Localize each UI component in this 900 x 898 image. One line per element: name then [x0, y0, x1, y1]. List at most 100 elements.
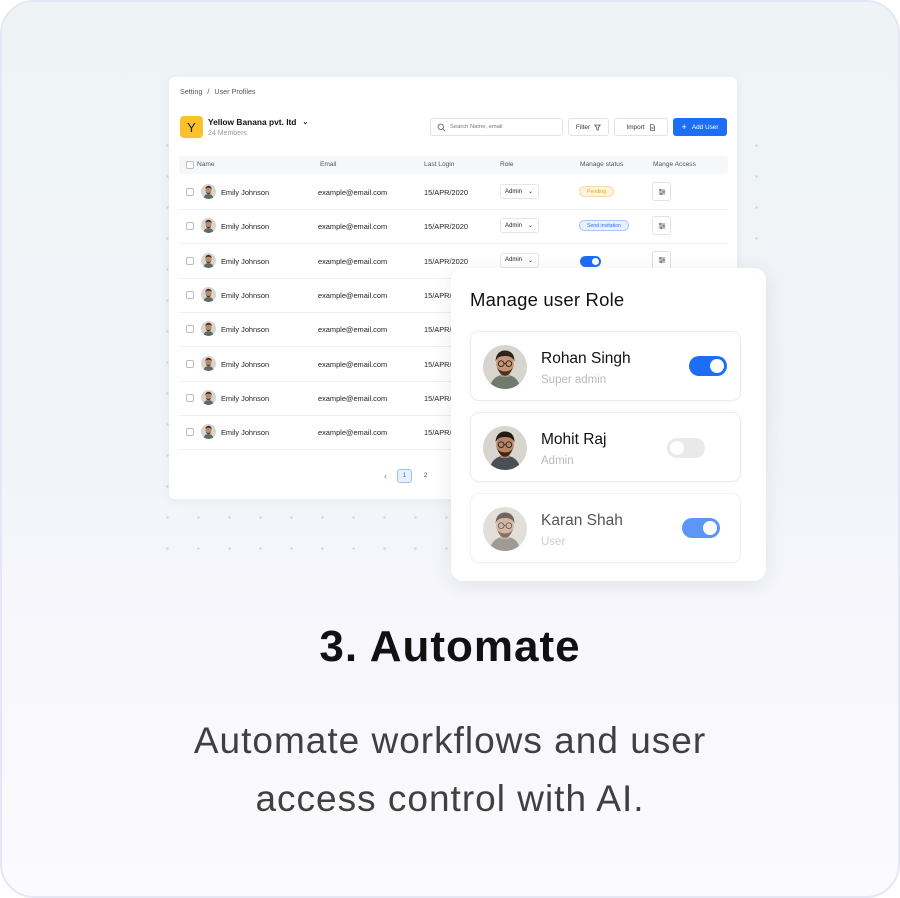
role-toggle[interactable] [667, 438, 705, 458]
role-select[interactable]: Admin ⌄ [500, 252, 539, 268]
last-login: 15/APR/2020 [424, 256, 468, 266]
last-login: 15/APR/ [424, 290, 452, 300]
chevron-down-icon: ⌄ [528, 223, 534, 230]
sliders-icon [658, 256, 666, 264]
panel-title: Manage user Role [470, 289, 625, 310]
add-user-label: Add User [691, 123, 719, 131]
user-name: Emily Johnson [221, 393, 270, 403]
last-login: 15/APR/ [424, 325, 452, 335]
page-1-button[interactable]: 1 [397, 469, 412, 483]
import-label: Import [626, 123, 645, 131]
user-role-card: Mohit Raj Admin [470, 412, 741, 482]
table-row[interactable]: Emily Johnson example@email.com 15/APR/202… [179, 176, 728, 210]
headline: 3. Automate [319, 622, 581, 671]
company-name: Yellow Banana pvt. ltd [208, 117, 297, 127]
plus-icon: + [681, 121, 687, 132]
row-checkbox[interactable] [186, 256, 194, 265]
send-invitation-button[interactable]: Send invitation [579, 220, 630, 232]
member-count: 24 Members [208, 130, 247, 137]
avatar [201, 218, 216, 234]
row-checkbox[interactable] [186, 290, 194, 299]
row-checkbox[interactable] [186, 222, 194, 231]
breadcrumb-user-profiles[interactable]: User Profiles [214, 87, 255, 96]
avatar [201, 184, 216, 199]
header-manage-status[interactable]: Manage status [580, 161, 623, 168]
row-checkbox[interactable] [186, 188, 194, 196]
status-toggle[interactable] [580, 255, 601, 267]
user-name: Emily Johnson [221, 428, 270, 438]
avatar [201, 389, 216, 405]
user-email: example@email.com [318, 393, 388, 403]
search-box[interactable] [430, 118, 563, 136]
company-logo: Y [180, 116, 203, 138]
slide-frame: Setting / User Profiles Y Yellow Banana … [0, 0, 900, 898]
filter-label: Filter [575, 123, 591, 131]
user-name: Karan Shah [541, 512, 623, 529]
user-name: Emily Johnson [221, 325, 270, 335]
chevron-left-icon[interactable]: ‹ [384, 471, 387, 481]
user-email: example@email.com [318, 188, 388, 197]
header-role[interactable]: Role [500, 161, 514, 168]
header-last-login[interactable]: Last Login [424, 161, 454, 168]
document-icon [649, 123, 655, 131]
header-manage-access[interactable]: Mange Access [653, 161, 696, 168]
last-login: 15/APR/ [424, 359, 452, 369]
user-role: Super admin [541, 374, 607, 386]
filter-button[interactable]: Filter [568, 118, 609, 136]
page-2-button[interactable]: 2 [418, 469, 433, 483]
manage-access-button[interactable] [652, 182, 671, 201]
role-select[interactable]: Admin ⌄ [500, 184, 539, 199]
user-email: example@email.com [318, 428, 388, 438]
user-name: Rohan Singh [541, 350, 631, 367]
user-name: Emily Johnson [221, 290, 270, 300]
chevron-down-icon[interactable]: ⌄ [302, 118, 308, 126]
user-role-card: Rohan Singh Super admin [470, 331, 741, 401]
role-toggle[interactable] [682, 518, 720, 538]
header-name[interactable]: Name [197, 161, 215, 168]
last-login: 15/APR/ [424, 428, 452, 438]
search-input[interactable] [450, 124, 560, 130]
chevron-down-icon: ⌄ [528, 189, 534, 195]
import-button[interactable]: Import [614, 118, 668, 136]
avatar [201, 286, 216, 302]
user-name: Emily Johnson [221, 359, 270, 369]
select-all-checkbox[interactable] [186, 161, 194, 169]
user-name: Emily Johnson [221, 222, 270, 232]
header-email[interactable]: Email [320, 161, 337, 168]
role-select[interactable]: Admin ⌄ [500, 218, 539, 234]
role-value: Admin [505, 188, 523, 195]
user-role-card: Karan Shah User [470, 493, 741, 563]
row-checkbox[interactable] [186, 393, 194, 402]
subtitle-line-1: Automate workflows and user [193, 720, 707, 761]
last-login: 15/APR/2020 [424, 188, 468, 197]
row-checkbox[interactable] [186, 359, 194, 368]
sliders-icon [658, 222, 666, 230]
role-toggle[interactable] [689, 356, 727, 376]
company-switcher[interactable]: Y Yellow Banana pvt. ltd ⌄ 24 Members [180, 116, 308, 138]
manage-access-button[interactable] [652, 250, 671, 270]
user-email: example@email.com [318, 222, 388, 232]
avatar [201, 355, 216, 371]
status-badge: Pending [579, 186, 615, 197]
sliders-icon [658, 188, 666, 196]
user-email: example@email.com [318, 290, 388, 300]
avatar [201, 424, 216, 440]
table-header: Name Email Last Login Role Manage status… [179, 156, 728, 174]
avatar [201, 252, 216, 268]
avatar [483, 426, 527, 470]
manage-access-button[interactable] [652, 216, 671, 236]
role-value: Admin [505, 222, 523, 229]
pagination: ‹ 1 2 [384, 469, 439, 483]
row-checkbox[interactable] [186, 428, 194, 437]
breadcrumb: Setting / User Profiles [180, 87, 259, 96]
user-role: Admin [541, 455, 574, 467]
breadcrumb-setting[interactable]: Setting [180, 87, 202, 96]
avatar [483, 345, 527, 389]
add-user-button[interactable]: + Add User [673, 118, 727, 136]
table-row[interactable]: Emily Johnson example@email.com 15/APR/202… [179, 210, 728, 245]
user-name: Mohit Raj [541, 431, 607, 448]
user-role: User [541, 536, 566, 548]
user-name: Emily Johnson [221, 188, 270, 197]
user-name: Emily Johnson [221, 256, 270, 266]
row-checkbox[interactable] [186, 325, 194, 334]
